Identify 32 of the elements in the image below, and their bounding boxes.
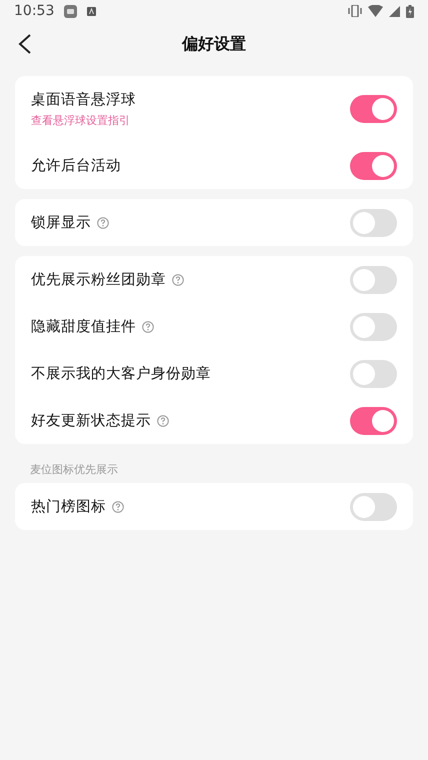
toggle-switch[interactable] — [350, 208, 397, 236]
vibrate-icon — [348, 5, 362, 17]
status-time: 10:53 — [14, 3, 54, 19]
toggle-switch[interactable] — [350, 95, 397, 123]
setting-label: 桌面语音悬浮球 — [31, 90, 136, 109]
page-title: 偏好设置 — [182, 34, 246, 54]
signal-icon — [389, 6, 400, 16]
notification-icon — [87, 6, 96, 16]
toggle-switch[interactable] — [350, 266, 397, 294]
help-icon[interactable] — [157, 414, 169, 426]
help-icon[interactable] — [172, 274, 184, 286]
section-header: 麦位图标优先展示 — [30, 462, 119, 477]
setting-label: 隐藏甜度值挂件 — [31, 318, 136, 336]
setting-label: 好友更新状态提示 — [31, 412, 151, 430]
app-notification-icon — [64, 4, 78, 18]
battery-icon — [406, 4, 414, 18]
back-icon[interactable] — [18, 34, 32, 54]
setting-label: 优先展示粉丝团勋章 — [31, 270, 166, 289]
setting-label: 热门榜图标 — [31, 498, 106, 516]
toggle-switch[interactable] — [350, 312, 397, 340]
help-icon[interactable] — [112, 500, 124, 512]
help-icon[interactable] — [97, 216, 109, 228]
toggle-switch[interactable] — [350, 492, 397, 520]
help-icon[interactable] — [142, 320, 154, 332]
toggle-switch[interactable] — [350, 406, 397, 434]
wifi-icon — [368, 5, 383, 17]
setting-label: 允许后台活动 — [31, 157, 121, 175]
toggle-switch[interactable] — [350, 360, 397, 388]
setting-label: 不展示我的大客户身份勋章 — [31, 364, 211, 383]
toggle-switch[interactable] — [350, 152, 397, 180]
setting-label: 锁屏显示 — [31, 214, 91, 232]
guide-link[interactable]: 查看悬浮球设置指引 — [31, 113, 136, 128]
